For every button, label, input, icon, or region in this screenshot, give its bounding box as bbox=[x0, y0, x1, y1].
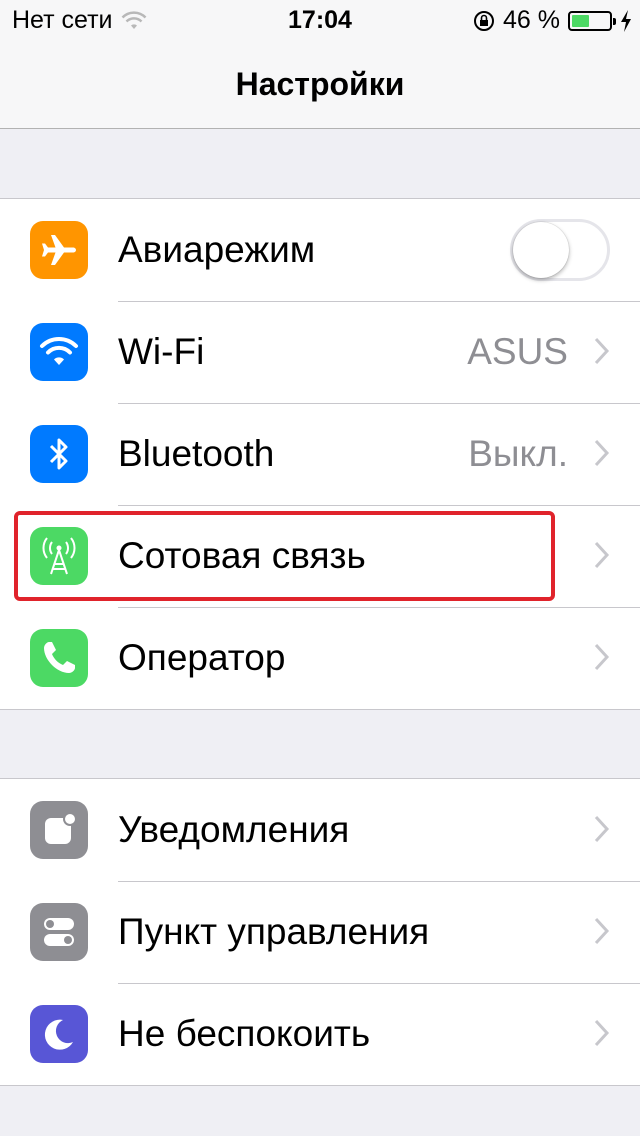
chevron-right-icon bbox=[594, 643, 610, 671]
airplane-icon bbox=[30, 221, 88, 279]
battery-level bbox=[572, 14, 589, 27]
status-right: 46 % bbox=[473, 6, 632, 35]
row-control-center[interactable]: Пункт управления bbox=[0, 881, 640, 983]
wifi-network-value: ASUS bbox=[467, 331, 568, 372]
chevron-right-icon bbox=[594, 917, 610, 945]
bluetooth-icon bbox=[30, 425, 88, 483]
rotation-lock-icon bbox=[474, 10, 495, 31]
airplane-mode-label: Авиарежим bbox=[118, 229, 316, 270]
row-wifi[interactable]: Wi-Fi ASUS bbox=[0, 301, 640, 403]
wifi-icon bbox=[30, 323, 88, 381]
notifications-label: Уведомления bbox=[118, 809, 350, 850]
row-do-not-disturb[interactable]: Не беспокоить bbox=[0, 983, 640, 1085]
navigation-bar: Настройки bbox=[0, 40, 640, 129]
chevron-right-icon bbox=[594, 541, 610, 569]
toggle-knob bbox=[513, 222, 569, 278]
chevron-right-icon bbox=[594, 815, 610, 843]
battery-icon bbox=[568, 10, 616, 31]
row-bluetooth[interactable]: Bluetooth Выкл. bbox=[0, 403, 640, 505]
bluetooth-label: Bluetooth bbox=[118, 433, 275, 474]
chevron-right-icon bbox=[594, 1019, 610, 1047]
chevron-right-icon bbox=[594, 337, 610, 365]
bluetooth-status-value: Выкл. bbox=[468, 433, 568, 474]
chevron-right-icon bbox=[594, 439, 610, 467]
do-not-disturb-label: Не беспокоить bbox=[118, 1013, 371, 1054]
row-carrier[interactable]: Оператор bbox=[0, 607, 640, 709]
phone-icon bbox=[30, 629, 88, 687]
control-center-icon bbox=[30, 903, 88, 961]
settings-group-system: Уведомления Пункт управления Не беспокои… bbox=[0, 778, 640, 1086]
control-center-label: Пункт управления bbox=[118, 911, 430, 952]
moon-icon bbox=[30, 1005, 88, 1063]
highlight-box bbox=[14, 511, 555, 601]
settings-group-connectivity: Авиарежим Wi-Fi ASUS Bluetooth Выкл. Сот… bbox=[0, 198, 640, 710]
status-bar: Нет сети 17:04 46 % bbox=[0, 0, 640, 40]
battery-percent: 46 % bbox=[503, 6, 560, 34]
notifications-icon bbox=[30, 801, 88, 859]
charging-bolt-icon bbox=[621, 9, 631, 32]
page-title: Настройки bbox=[235, 66, 405, 102]
row-notifications[interactable]: Уведомления bbox=[0, 779, 640, 881]
wifi-label: Wi-Fi bbox=[118, 331, 205, 372]
row-airplane-mode[interactable]: Авиарежим bbox=[0, 199, 640, 301]
airplane-mode-toggle[interactable] bbox=[510, 219, 610, 281]
carrier-label: Оператор bbox=[118, 637, 286, 678]
